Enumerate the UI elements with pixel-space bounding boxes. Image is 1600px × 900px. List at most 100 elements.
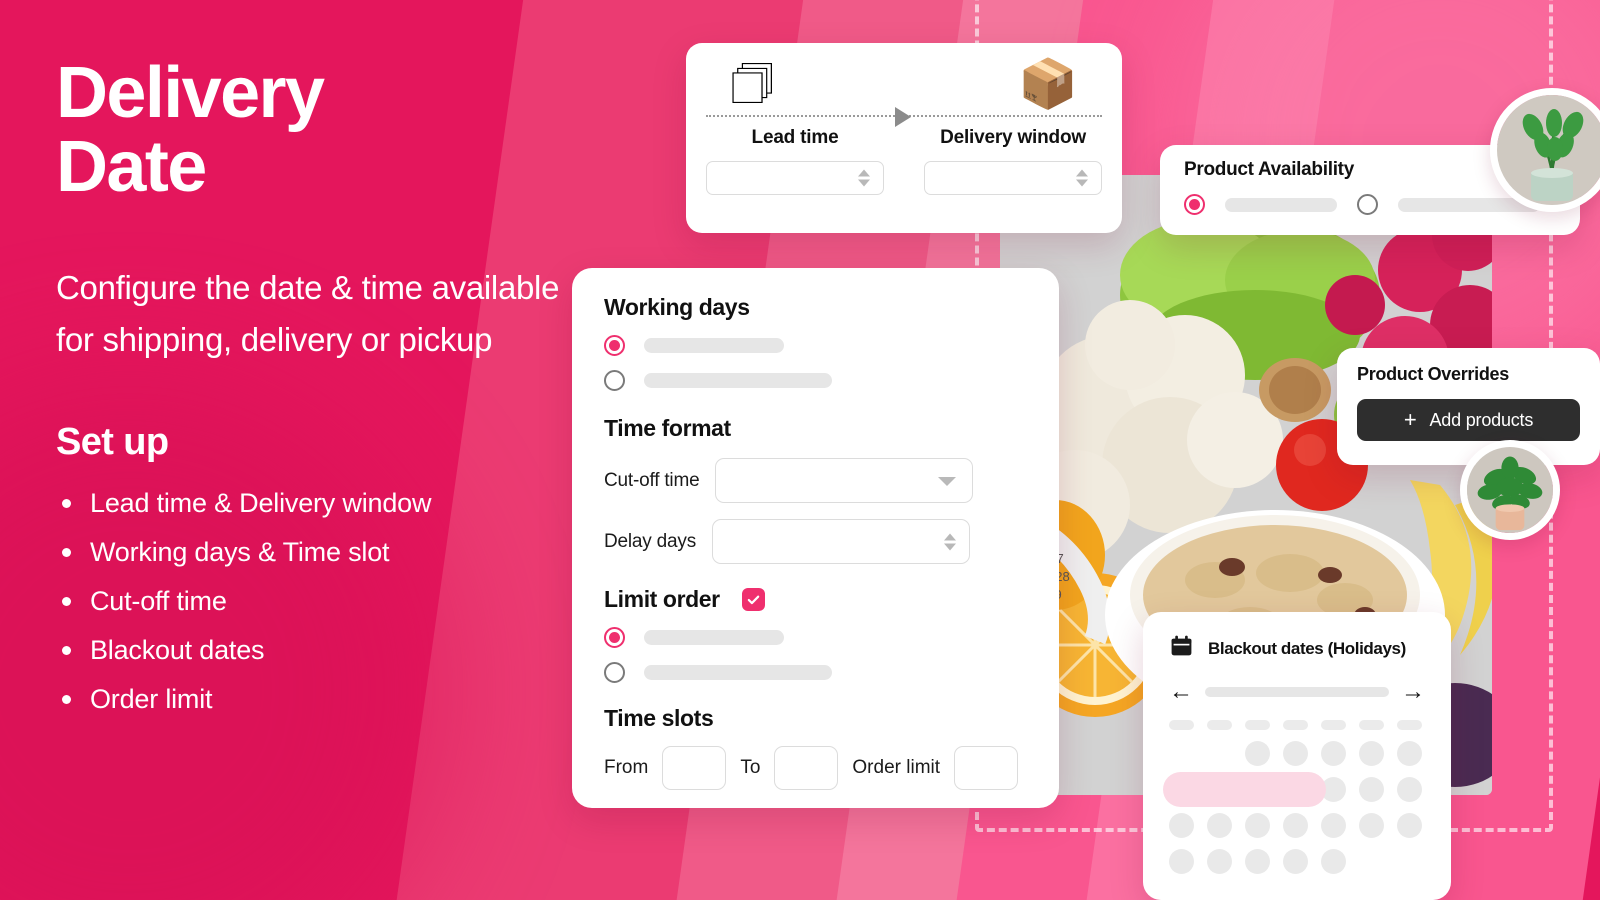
weekday-label: [1397, 720, 1422, 730]
hero-block: Delivery Date Configure the date & time …: [56, 56, 576, 735]
order-limit-label: Order limit: [852, 757, 941, 778]
time-slots-row: From To Order limit: [604, 746, 1027, 790]
stepper-up-down-icon[interactable]: [1076, 169, 1088, 187]
calendar-day[interactable]: [1283, 813, 1308, 838]
calendar-month-value: [1205, 687, 1389, 697]
lead-time-label: Lead time: [751, 127, 839, 148]
calendar-day[interactable]: [1283, 741, 1308, 766]
stepper-up-down-icon[interactable]: [944, 533, 956, 550]
calendar-day[interactable]: [1207, 849, 1232, 874]
calendar-week-row: [1169, 849, 1425, 874]
delivery-window-input[interactable]: [924, 161, 1102, 195]
weekday-label: [1207, 720, 1232, 730]
calendar-day[interactable]: [1359, 813, 1384, 838]
poster-canvas: 127 128 129: [0, 0, 1600, 900]
calendar-day-empty: [1397, 849, 1422, 874]
calendar-day-empty: [1169, 741, 1194, 766]
availability-option-1-value: [1225, 197, 1337, 212]
chevron-down-icon[interactable]: [938, 476, 957, 486]
list-item: Order limit: [56, 685, 576, 713]
calendar-day[interactable]: [1397, 741, 1422, 766]
arrow-right-icon[interactable]: →: [1401, 680, 1425, 704]
weekday-label: [1245, 720, 1270, 730]
page-title-line-2: Date: [56, 127, 207, 208]
cutoff-time-select[interactable]: [715, 458, 974, 503]
delivery-window-column: Delivery window: [904, 127, 1122, 195]
list-item: Blackout dates: [56, 636, 576, 664]
cutoff-time-row: Cut-off time: [604, 458, 1027, 503]
calendar-day[interactable]: [1283, 849, 1308, 874]
radio-selected-icon[interactable]: [604, 335, 625, 356]
calendar-day[interactable]: [1245, 813, 1270, 838]
product-availability-options: [1184, 194, 1556, 215]
selected-range-highlight: [1163, 772, 1326, 807]
product-overrides-heading: Product Overrides: [1357, 364, 1509, 384]
delay-days-label: Delay days: [604, 530, 696, 552]
blackout-header: Blackout dates (Holidays): [1169, 634, 1425, 664]
settings-card: Working days Time format Cut-off time De…: [572, 268, 1059, 808]
radio-unselected-icon[interactable]: [604, 662, 625, 683]
calendar-week-row: [1169, 813, 1425, 838]
limit-order-option-1[interactable]: [604, 627, 1027, 648]
limit-order-option-2-value: [644, 665, 832, 680]
product-overrides-card: Product Overrides + Add products: [1337, 348, 1600, 465]
stepper-up-down-icon[interactable]: [858, 169, 870, 187]
working-days-option-2[interactable]: [604, 370, 1027, 391]
list-item: Lead time & Delivery window: [56, 489, 576, 517]
calendar-day[interactable]: [1207, 813, 1232, 838]
delivery-window-label: Delivery window: [940, 127, 1086, 148]
calendar-day[interactable]: [1397, 777, 1422, 802]
working-days-option-2-value: [644, 373, 832, 388]
radio-selected-icon[interactable]: [1184, 194, 1205, 215]
calendar-day[interactable]: [1245, 849, 1270, 874]
limit-order-option-1-value: [644, 630, 784, 645]
page-title-line-1: Delivery: [56, 53, 325, 133]
limit-order-option-2[interactable]: [604, 662, 1027, 683]
calendar-nav: ← →: [1169, 680, 1425, 704]
page-subtitle: Configure the date & time available for …: [56, 269, 560, 359]
radio-selected-icon[interactable]: [604, 627, 625, 648]
lead-time-input[interactable]: [706, 161, 884, 195]
calendar-week-row: [1169, 741, 1425, 766]
from-label: From: [604, 757, 649, 778]
calendar-day[interactable]: [1321, 813, 1346, 838]
lead-time-icons-row: 🗇 📦: [686, 43, 1122, 109]
from-input[interactable]: [662, 746, 727, 790]
delay-days-row: Delay days: [604, 519, 1027, 564]
weekday-label: [1359, 720, 1384, 730]
calendar-day[interactable]: [1321, 741, 1346, 766]
calendar-day-empty: [1207, 741, 1232, 766]
limit-order-row: Limit order: [604, 586, 1027, 613]
to-label: To: [740, 757, 761, 778]
working-days-option-1[interactable]: [604, 335, 1027, 356]
calendar-day[interactable]: [1321, 849, 1346, 874]
calendar-day[interactable]: [1359, 777, 1384, 802]
weekday-label: [1169, 720, 1194, 730]
calendar-day[interactable]: [1397, 813, 1422, 838]
blackout-dates-card: Blackout dates (Holidays) ← →: [1143, 612, 1451, 900]
blackout-dates-heading: Blackout dates (Holidays): [1208, 639, 1406, 658]
calendar-day-empty: [1359, 849, 1384, 874]
setup-feature-list: Lead time & Delivery window Working days…: [56, 489, 576, 713]
limit-order-label: Limit order: [604, 586, 720, 612]
arrow-left-icon[interactable]: ←: [1169, 680, 1193, 704]
radio-unselected-icon[interactable]: [604, 370, 625, 391]
order-limit-input[interactable]: [954, 746, 1019, 790]
working-days-option-1-value: [644, 338, 784, 353]
to-input[interactable]: [774, 746, 839, 790]
calendar-day[interactable]: [1359, 741, 1384, 766]
potted-plant-photo-2: [1460, 440, 1560, 540]
calendar-day[interactable]: [1245, 741, 1270, 766]
lead-time-card: 🗇 📦 Lead time Delivery window: [686, 43, 1122, 233]
calendar-day[interactable]: [1169, 849, 1194, 874]
time-slots-heading: Time slots: [604, 705, 714, 731]
delay-days-input[interactable]: [712, 519, 970, 564]
cutoff-time-label: Cut-off time: [604, 469, 700, 491]
calendar-weekday-row: [1169, 720, 1425, 730]
package-delivery-emoji-icon: 📦: [1018, 58, 1078, 111]
calendar-day[interactable]: [1169, 813, 1194, 838]
limit-order-checkbox[interactable]: [741, 588, 765, 611]
weekday-label: [1283, 720, 1308, 730]
radio-unselected-icon[interactable]: [1357, 194, 1378, 215]
add-products-button[interactable]: + Add products: [1357, 399, 1580, 441]
